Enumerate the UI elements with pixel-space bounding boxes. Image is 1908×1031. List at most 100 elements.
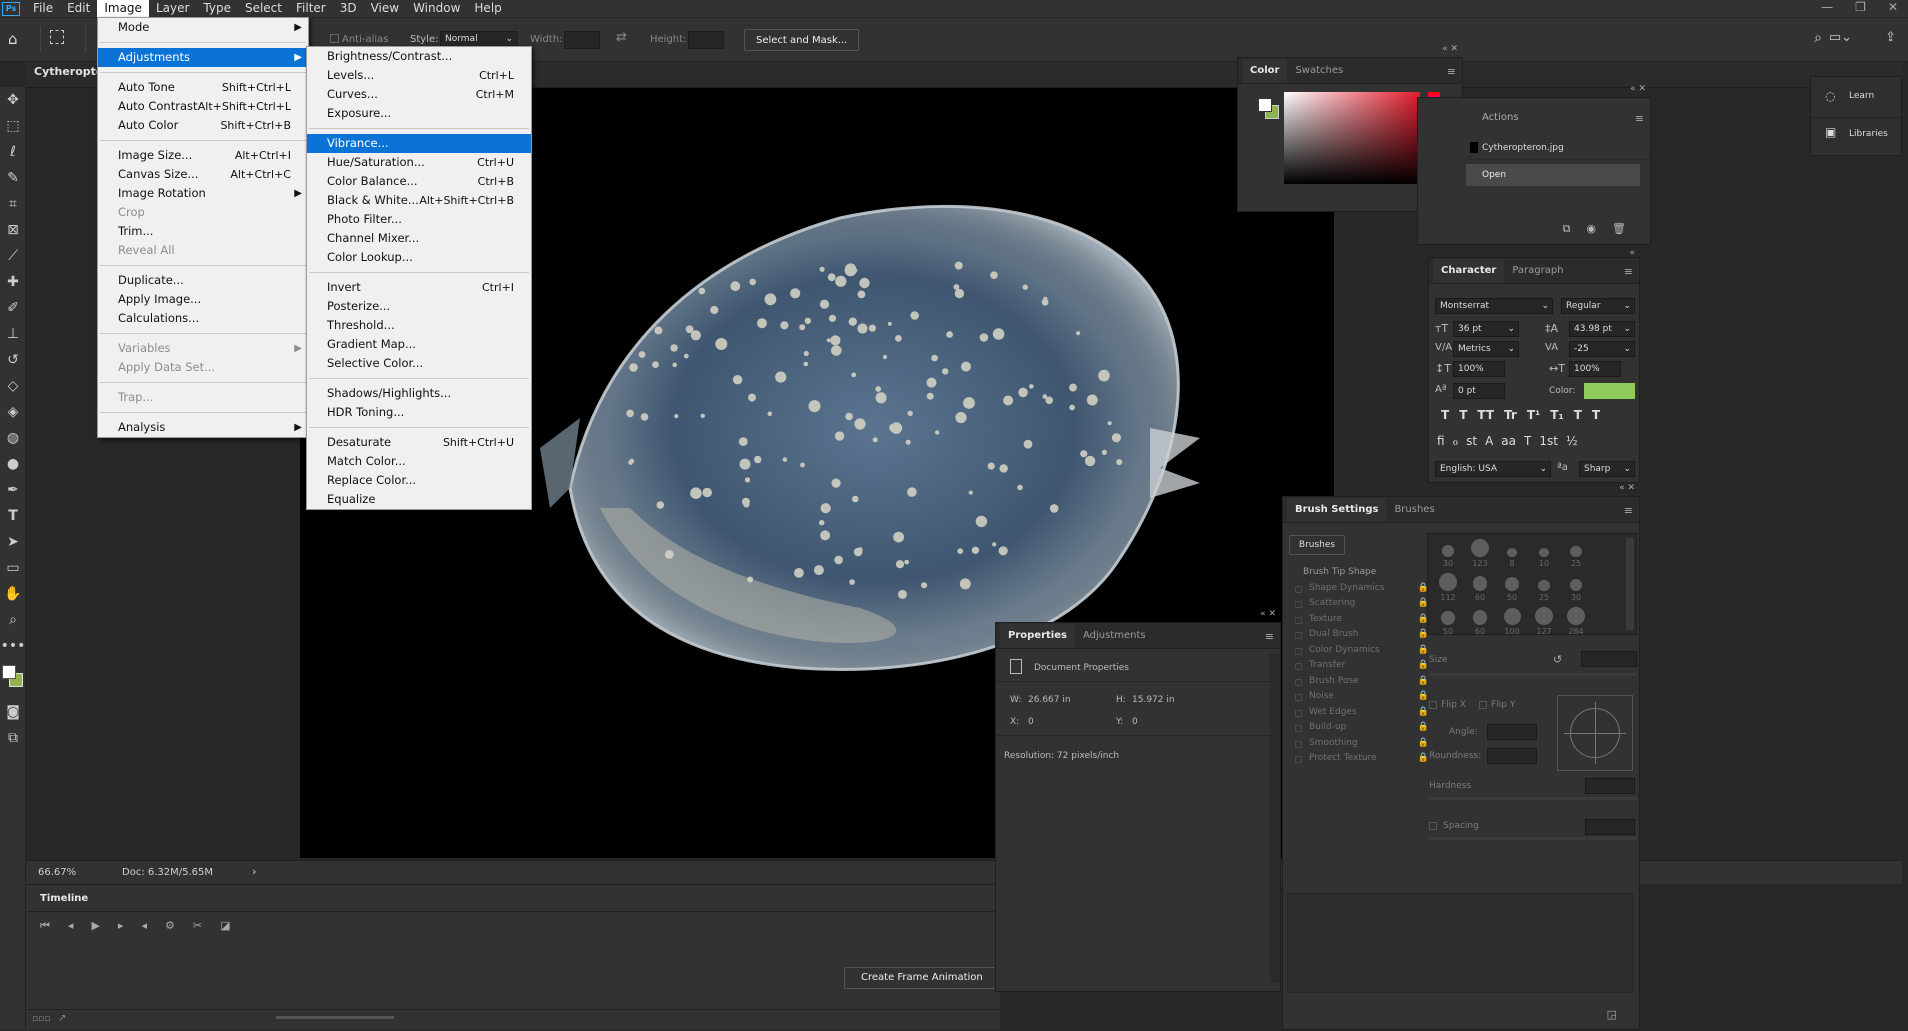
screen-mode-icon[interactable]: ⧉: [0, 725, 26, 751]
menu-type[interactable]: Type: [196, 0, 238, 17]
brush-option-checkbox[interactable]: [1295, 663, 1302, 670]
menu-help[interactable]: Help: [467, 0, 508, 17]
type-style-button[interactable]: T: [1592, 408, 1600, 422]
paint-bucket-icon[interactable]: ◈: [0, 399, 26, 425]
eyedropper-icon[interactable]: ⟋: [0, 243, 26, 269]
frame-icon[interactable]: ⊠: [0, 217, 26, 243]
marquee-icon[interactable]: ⬚: [0, 113, 26, 139]
blur-icon[interactable]: ◍: [0, 425, 26, 451]
tab-adjustments[interactable]: Adjustments: [1075, 624, 1154, 648]
collapse-icon[interactable]: «: [1629, 248, 1635, 258]
brush-option-checkbox[interactable]: [1295, 694, 1302, 701]
collapse-icon[interactable]: « ✕: [1442, 44, 1458, 54]
menu-item-curves[interactable]: Curves... Ctrl+M: [307, 85, 531, 104]
marquee-tool-icon[interactable]: [50, 30, 64, 44]
type-style-button[interactable]: T: [1524, 434, 1531, 448]
vertical-scale-input[interactable]: 100%: [1453, 361, 1505, 377]
panel-menu-icon[interactable]: ≡: [1624, 265, 1633, 278]
brush-option-color-dynamics[interactable]: 🔒 Color Dynamics: [1289, 645, 1429, 661]
text-color-swatch[interactable]: [1584, 383, 1635, 399]
type-style-button[interactable]: T₁: [1550, 408, 1563, 422]
properties-scrollbar[interactable]: [1270, 653, 1280, 983]
brush-tip[interactable]: 112: [1432, 572, 1464, 602]
size-slider[interactable]: [1429, 673, 1637, 676]
actions-item-document[interactable]: Cytheropteron.jpg: [1466, 136, 1652, 160]
menu-item-brightness-contrast[interactable]: Brightness/Contrast...: [307, 47, 531, 66]
type-style-button[interactable]: st: [1466, 434, 1477, 448]
tracking-select[interactable]: -25 ⌄: [1569, 341, 1635, 357]
tab-brush-settings[interactable]: Brush Settings: [1287, 498, 1387, 522]
play-icon[interactable]: ▶: [91, 919, 99, 933]
pen-icon[interactable]: ✒: [0, 477, 26, 503]
panel-menu-icon[interactable]: ≡: [1635, 112, 1644, 125]
menu-item-exposure[interactable]: Exposure...: [307, 104, 531, 123]
menu-window[interactable]: Window: [406, 0, 467, 17]
brush-option-dual-brush[interactable]: 🔒 Dual Brush: [1289, 629, 1429, 645]
new-brush-icon[interactable]: ◲: [1607, 1008, 1617, 1021]
timeline-zoom-slider[interactable]: [276, 1016, 394, 1019]
lock-icon[interactable]: 🔒: [1418, 707, 1429, 717]
menu-edit[interactable]: Edit: [60, 0, 97, 17]
brush-tip[interactable]: 60: [1464, 606, 1496, 636]
scissors-icon[interactable]: ✂: [193, 919, 202, 933]
menu-filter[interactable]: Filter: [289, 0, 333, 17]
path-select-icon[interactable]: ➤: [0, 529, 26, 555]
brush-option-transfer[interactable]: 🔒 Transfer: [1289, 660, 1429, 676]
menu-item-auto-contrast[interactable]: Auto Contrast Alt+Shift+Ctrl+L: [98, 97, 308, 116]
trash-icon[interactable]: 🗑: [1612, 222, 1626, 236]
color-swatches[interactable]: [0, 659, 25, 699]
brush-option-brush-tip-shape[interactable]: Brush Tip Shape: [1289, 567, 1429, 583]
lock-icon[interactable]: 🔒: [1418, 691, 1429, 701]
tab-character[interactable]: Character: [1433, 259, 1505, 283]
lock-icon[interactable]: 🔒: [1418, 676, 1429, 686]
brush-option-brush-pose[interactable]: 🔒 Brush Pose: [1289, 676, 1429, 692]
type-style-button[interactable]: T: [1459, 408, 1467, 422]
menu-item-color-lookup[interactable]: Color Lookup...: [307, 248, 531, 267]
document-tab[interactable]: Cytheropte: [34, 65, 103, 78]
brushes-button[interactable]: Brushes: [1289, 535, 1345, 555]
menu-item-posterize[interactable]: Posterize...: [307, 297, 531, 316]
roundness-input[interactable]: [1487, 748, 1537, 764]
menu-file[interactable]: File: [26, 0, 60, 17]
tab-paragraph[interactable]: Paragraph: [1504, 259, 1571, 283]
foreground-color-swatch[interactable]: [2, 665, 16, 679]
brush-option-checkbox[interactable]: [1295, 601, 1302, 608]
antialias-checkbox[interactable]: [330, 34, 339, 43]
rectangle-icon[interactable]: ▭: [0, 555, 26, 581]
menu-item-vibrance[interactable]: Vibrance...: [307, 134, 531, 153]
y-value[interactable]: 0: [1132, 717, 1138, 727]
lock-icon[interactable]: 🔒: [1418, 660, 1429, 670]
panel-menu-icon[interactable]: ≡: [1624, 504, 1633, 517]
brush-tip[interactable]: 127: [1528, 606, 1560, 636]
menu-3d[interactable]: 3D: [333, 0, 364, 17]
menu-item-black-white[interactable]: Black & White... Alt+Shift+Ctrl+B: [307, 191, 531, 210]
first-frame-icon[interactable]: ⏮: [40, 919, 50, 933]
type-style-button[interactable]: T: [1574, 408, 1582, 422]
brush-tip[interactable]: 50: [1432, 606, 1464, 636]
create-frame-animation-button[interactable]: Create Frame Animation: [844, 967, 1000, 989]
swap-icon[interactable]: ⇄: [616, 30, 627, 45]
prev-frame-icon[interactable]: ◂: [68, 919, 74, 933]
angle-input[interactable]: [1487, 724, 1537, 740]
tab-brushes[interactable]: Brushes: [1386, 498, 1442, 522]
menu-item-desaturate[interactable]: Desaturate Shift+Ctrl+U: [307, 433, 531, 452]
brush-option-checkbox[interactable]: [1295, 725, 1302, 732]
lock-icon[interactable]: 🔒: [1418, 738, 1429, 748]
search-icon[interactable]: ⌕: [1814, 30, 1822, 46]
menu-item-equalize[interactable]: Equalize: [307, 490, 531, 509]
brush-option-checkbox[interactable]: [1295, 585, 1302, 593]
language-select[interactable]: English: USA ⌄: [1435, 461, 1551, 477]
lock-icon[interactable]: 🔒: [1418, 753, 1429, 763]
menu-item-trim[interactable]: Trim...: [98, 222, 308, 241]
leading-input[interactable]: 43.98 pt ⌄: [1569, 321, 1635, 337]
color-field[interactable]: [1284, 92, 1420, 184]
menu-view[interactable]: View: [364, 0, 406, 17]
zoom-level[interactable]: 66.67%: [38, 867, 76, 878]
stamp-icon[interactable]: ⊥: [0, 321, 26, 347]
width-input[interactable]: [564, 31, 600, 49]
brush-tip[interactable]: 25: [1528, 572, 1560, 602]
brush-option-scattering[interactable]: 🔒 Scattering: [1289, 598, 1429, 614]
menu-item-calculations[interactable]: Calculations...: [98, 309, 308, 328]
tip-scrollbar[interactable]: [1626, 538, 1634, 630]
foreground-color-chip[interactable]: [1258, 98, 1272, 112]
